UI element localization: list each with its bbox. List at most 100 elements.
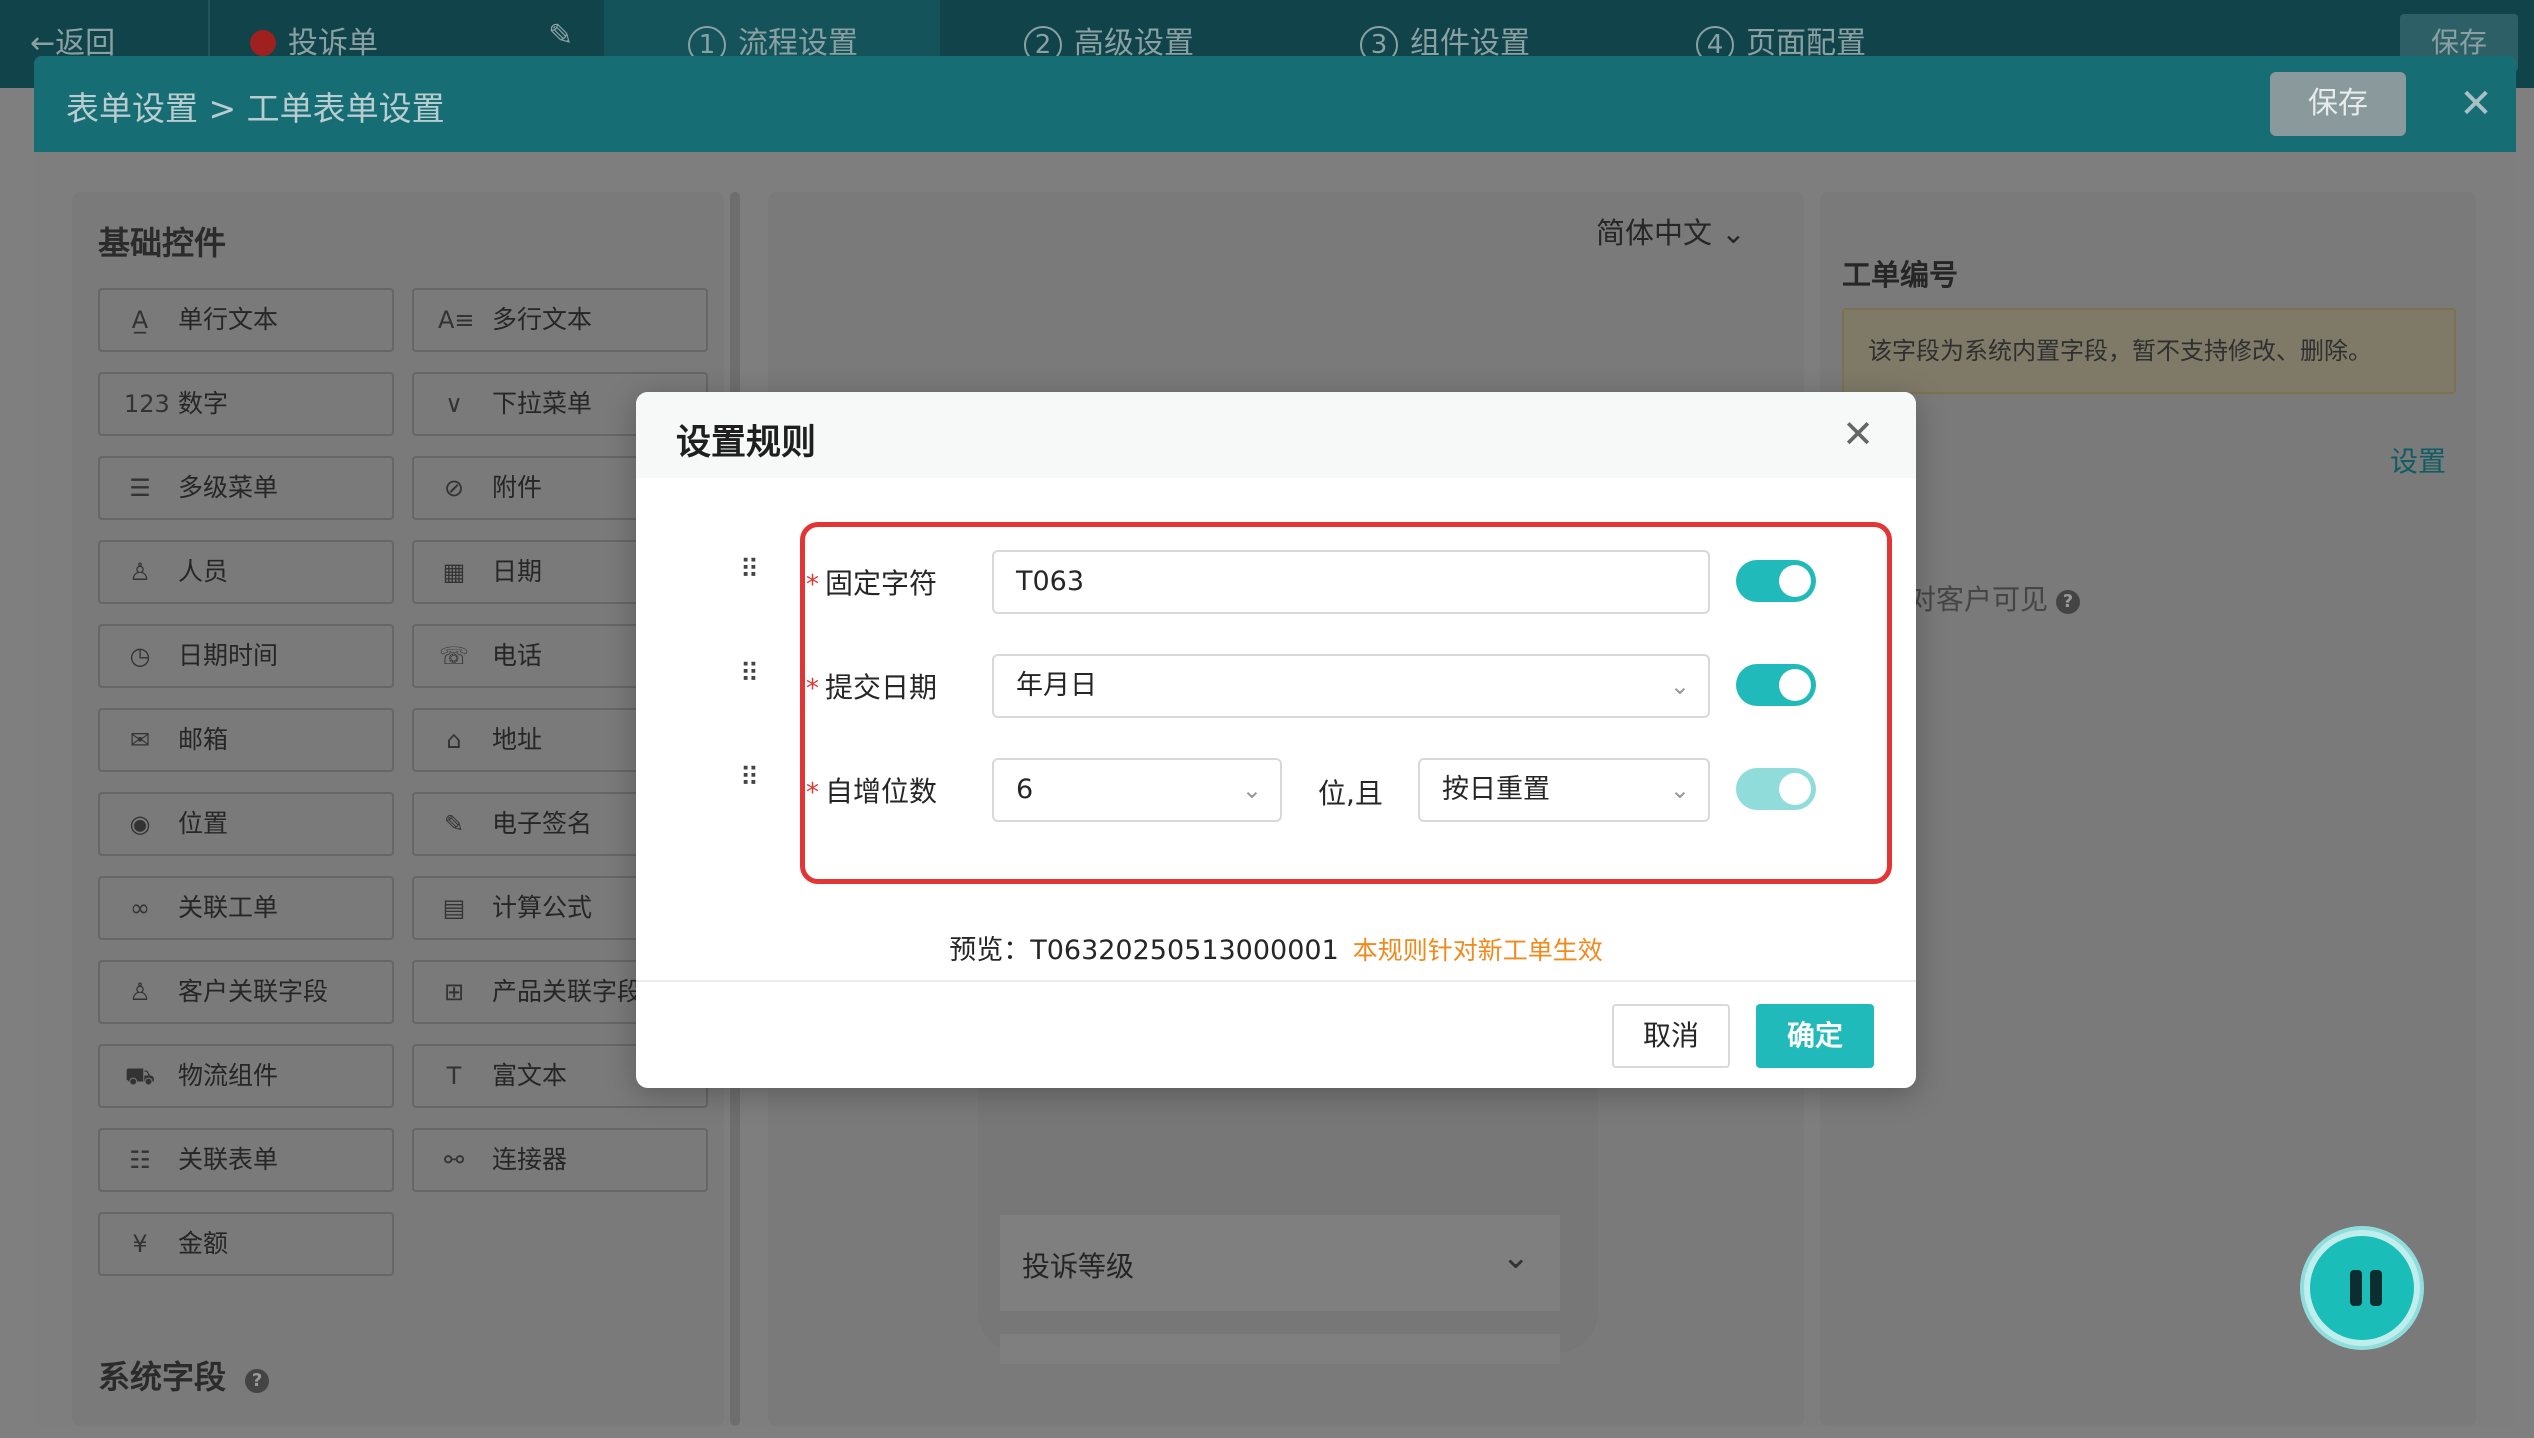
cancel-button[interactable]: 取消 [1612, 1004, 1730, 1068]
control-item[interactable]: ♙ 客户关联字段 [98, 960, 394, 1024]
drag-handle-icon[interactable]: ⠿ [740, 661, 768, 708]
control-label: 单行文本 [178, 305, 279, 334]
pause-icon[interactable] [2304, 1230, 2420, 1346]
control-label: 附件 [492, 473, 543, 502]
control-icon: ⊘ [443, 474, 465, 502]
control-icon: ⌂ [446, 726, 462, 754]
digits-unit-label: 位,且 [1318, 777, 1383, 810]
control-label: 下拉菜单 [492, 389, 593, 418]
control-label: 金额 [178, 1229, 229, 1258]
control-item[interactable]: ✉ 邮箱 [98, 708, 394, 772]
required-icon: * [806, 778, 819, 808]
help-icon[interactable]: ? [2056, 590, 2081, 614]
control-label: 多级菜单 [178, 473, 279, 502]
field-title: 工单编号 [1842, 258, 1959, 292]
control-label: 富文本 [492, 1061, 568, 1090]
control-icon: A̲ [131, 306, 149, 334]
reset-cycle-select[interactable]: 按日重置 ⌄ [1418, 758, 1710, 822]
control-icon: T [446, 1062, 462, 1090]
control-icon: ⊞ [443, 978, 465, 1006]
control-label: 多行文本 [492, 305, 593, 334]
chevron-down-icon: ⌄ [1721, 216, 1746, 250]
digits-select[interactable]: 6 ⌄ [992, 758, 1282, 822]
system-field-notice: 该字段为系统内置字段，暂不支持修改、删除。 [1842, 308, 2456, 394]
shell-save-button[interactable]: 保存 [2270, 72, 2406, 136]
control-icon: ♙ [129, 978, 151, 1006]
control-icon: ⚯ [443, 1146, 465, 1174]
preview-hint: 本规则针对新工单生效 [1352, 936, 1603, 965]
control-label: 电话 [492, 641, 543, 670]
fixed-chars-input[interactable]: T063 [992, 550, 1710, 614]
control-label: 地址 [492, 725, 543, 754]
system-fields-title: 系统字段 ? [98, 1352, 270, 1398]
chevron-down-icon: ⌄ [1241, 776, 1262, 804]
rule-label-date: * 提交日期 [806, 671, 938, 704]
control-item[interactable]: ☷ 关联表单 [98, 1128, 394, 1192]
control-label: 人员 [178, 557, 229, 586]
control-label: 数字 [178, 389, 229, 418]
control-icon: ∞ [130, 894, 150, 922]
control-icon: ⛟ [124, 1062, 156, 1090]
control-label: 物流组件 [178, 1061, 279, 1090]
control-item[interactable]: ⚯ 连接器 [412, 1128, 708, 1192]
control-label: 日期 [492, 557, 543, 586]
control-label: 连接器 [492, 1145, 568, 1174]
control-item[interactable]: ♙ 人员 [98, 540, 394, 604]
control-label: 关联表单 [178, 1145, 279, 1174]
control-item[interactable]: ⛟ 物流组件 [98, 1044, 394, 1108]
breadcrumb: 表单设置 > 工单表单设置 [66, 89, 445, 128]
control-item[interactable]: ◉ 位置 [98, 792, 394, 856]
control-label: 关联工单 [178, 893, 279, 922]
control-icon: ◉ [129, 810, 151, 838]
drag-handle-icon[interactable]: ⠿ [740, 557, 768, 604]
language-select[interactable]: 简体中文 ⌄ [1596, 210, 1746, 252]
basic-controls-title: 基础控件 [98, 224, 227, 262]
control-label: 客户关联字段 [178, 977, 329, 1006]
increment-toggle[interactable] [1736, 768, 1816, 810]
control-icon: ▦ [442, 558, 466, 586]
rule-setting-link[interactable]: 设置 [2390, 440, 2446, 480]
divider [636, 980, 1916, 982]
control-icon: ☰ [129, 474, 151, 502]
control-item[interactable]: 123 数字 [98, 372, 394, 436]
control-icon: ▤ [442, 894, 466, 922]
confirm-button[interactable]: 确定 [1756, 1004, 1874, 1068]
control-icon: ☏ [438, 642, 469, 670]
close-icon[interactable]: ✕ [2454, 82, 2498, 126]
control-icon: 123 [124, 390, 170, 418]
control-label: 计算公式 [492, 893, 593, 922]
chevron-down-icon: ⌄ [1669, 776, 1690, 804]
control-label: 电子签名 [492, 809, 593, 838]
control-icon: ♙ [129, 558, 151, 586]
rule-label-fixed: * 固定字符 [806, 567, 938, 600]
chevron-down-icon: ⌄ [1501, 1237, 1531, 1277]
date-toggle[interactable] [1736, 664, 1816, 706]
set-rule-modal: 设置规则 ✕ ⠿ * 固定字符 T063 ⠿ * 提交日期 年月日 ⌄ ⠿ * 自增位数… [636, 392, 1916, 1088]
control-item[interactable]: A≡ 多行文本 [412, 288, 708, 352]
phone-field-row [1000, 1334, 1560, 1364]
phone-field-row[interactable]: 投诉等级 ⌄ [1000, 1215, 1560, 1311]
date-format-select[interactable]: 年月日 ⌄ [992, 654, 1710, 718]
control-item[interactable]: ☰ 多级菜单 [98, 456, 394, 520]
fixed-chars-toggle[interactable] [1736, 560, 1816, 602]
required-icon: * [806, 570, 819, 600]
control-item[interactable]: A̲ 单行文本 [98, 288, 394, 352]
form-color-dot [250, 30, 276, 56]
control-item[interactable]: ¥ 金额 [98, 1212, 394, 1276]
modal-title: 设置规则 [676, 423, 817, 463]
control-icon: ✉ [129, 726, 151, 754]
rule-preview: 预览：T06320250513000001 本规则针对新工单生效 [949, 935, 1603, 966]
preview-value: T06320250513000001 [1030, 935, 1339, 966]
control-item[interactable]: ∞ 关联工单 [98, 876, 394, 940]
help-icon[interactable]: ? [245, 1369, 270, 1393]
control-label: 日期时间 [178, 641, 279, 670]
edit-icon[interactable]: ✎ [548, 18, 573, 53]
control-icon: ∨ [445, 390, 463, 418]
controls-panel: 基础控件 A̲ 单行文本 A≡ 多行文本 123 数字 ∨ 下拉菜单 ☰ 多级菜单 ⊘ 附件 ♙ 人员 ▦ 日… [72, 192, 724, 1426]
drag-handle-icon[interactable]: ⠿ [740, 765, 768, 812]
control-label: 邮箱 [178, 725, 229, 754]
shell-header: 表单设置 > 工单表单设置 保存 ✕ [34, 56, 2516, 152]
control-item[interactable]: ◷ 日期时间 [98, 624, 394, 688]
close-icon[interactable]: ✕ [1836, 412, 1880, 456]
phone-field-label: 投诉等级 [1022, 1250, 1135, 1283]
